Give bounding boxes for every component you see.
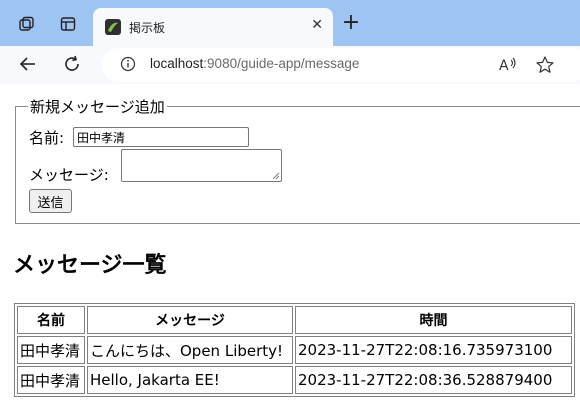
- column-header-message: メッセージ: [87, 306, 293, 334]
- url-host: localhost: [150, 56, 204, 71]
- table-row: 田中孝清 こんにちは、Open Liberty! 2023-11-27T22:0…: [17, 336, 572, 364]
- workspaces-icon[interactable]: [14, 11, 40, 37]
- table-row: 田中孝清 Hello, Jakarta EE! 2023-11-27T22:08…: [17, 366, 572, 394]
- resize-grip-icon[interactable]: [272, 172, 280, 180]
- tab-title: 掲示板: [129, 21, 166, 35]
- name-label: 名前:: [29, 129, 65, 147]
- message-label: メッセージ:: [29, 166, 109, 184]
- address-bar[interactable]: localhost:9080/guide-app/message A: [102, 48, 580, 82]
- tab-strip: 掲示板 ✕ +: [0, 0, 580, 46]
- info-icon[interactable]: [120, 56, 136, 72]
- read-aloud-icon[interactable]: A: [496, 54, 518, 76]
- url-path: :9080/guide-app/message: [203, 56, 360, 71]
- cell-time: 2023-11-27T22:08:36.528879400: [295, 366, 572, 394]
- message-list-heading: メッセージ一覧: [13, 253, 167, 278]
- name-input[interactable]: [73, 127, 249, 147]
- refresh-icon[interactable]: [60, 52, 84, 76]
- favicon-icon: [105, 19, 121, 35]
- active-tab[interactable]: 掲示板 ✕: [93, 8, 333, 46]
- svg-text:A: A: [499, 58, 509, 74]
- column-header-time: 時間: [295, 306, 572, 334]
- cell-message: こんにちは、Open Liberty!: [87, 336, 293, 364]
- message-textarea[interactable]: [121, 149, 282, 182]
- tab-actions-icon[interactable]: [55, 11, 81, 37]
- favorite-star-icon[interactable]: [534, 54, 556, 76]
- column-header-name: 名前: [17, 306, 85, 334]
- close-tab-icon[interactable]: ✕: [311, 17, 323, 33]
- cell-time: 2023-11-27T22:08:16.735973100: [295, 336, 572, 364]
- table-header-row: 名前 メッセージ 時間: [17, 306, 572, 334]
- send-button[interactable]: 送信: [29, 189, 72, 213]
- new-tab-button[interactable]: +: [340, 10, 362, 35]
- new-message-legend: 新規メッセージ追加: [28, 96, 167, 117]
- page-content: 新規メッセージ追加 名前: メッセージ: 送信 メッセージ一覧 名前 メッセージ…: [0, 84, 580, 400]
- url-text[interactable]: localhost:9080/guide-app/message: [150, 56, 359, 71]
- cell-name: 田中孝清: [17, 366, 85, 394]
- back-icon[interactable]: [16, 52, 40, 76]
- cell-message: Hello, Jakarta EE!: [87, 366, 293, 394]
- cell-name: 田中孝清: [17, 336, 85, 364]
- message-table: 名前 メッセージ 時間 田中孝清 こんにちは、Open Liberty! 202…: [14, 303, 575, 397]
